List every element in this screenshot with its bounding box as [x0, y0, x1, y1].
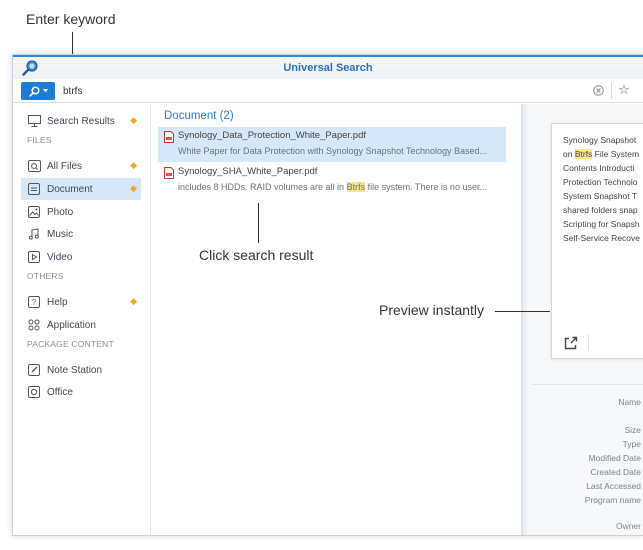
caret-down-icon — [42, 89, 48, 93]
snippet-text: includes 8 HDDs. RAID volumes are all in — [178, 182, 347, 192]
search-scope-button[interactable] — [21, 82, 55, 100]
property-label-program-name: Program name — [584, 495, 641, 505]
property-label-name: Name — [618, 397, 641, 407]
document-preview: Synology Snapshot on Btrfs File System C… — [551, 123, 643, 359]
open-external-icon[interactable] — [564, 336, 578, 350]
svg-text:?: ? — [32, 298, 37, 307]
preview-toolbar-separator — [588, 334, 589, 350]
annotation-pointer-result — [258, 203, 259, 243]
sidebar-item-label: Note Station — [47, 364, 103, 376]
preview-text: File System — [592, 149, 640, 159]
photo-icon — [27, 205, 41, 219]
preview-line: Protection Technolo — [563, 177, 638, 187]
annotation-pointer-preview — [495, 311, 550, 312]
favorite-star-icon[interactable]: ☆ — [617, 83, 631, 97]
sidebar-item-label: Music — [47, 228, 74, 240]
new-badge-icon: ◆ — [130, 183, 137, 193]
search-bar-separator — [611, 83, 612, 99]
music-icon — [27, 227, 41, 241]
sidebar-item-office[interactable]: Office — [21, 381, 141, 403]
sidebar-item-label: Document — [47, 183, 93, 195]
search-input[interactable] — [57, 82, 617, 100]
application-icon — [27, 318, 41, 332]
property-label-size: Size — [624, 425, 641, 435]
preview-panel: Synology Snapshot on Btrfs File System C… — [527, 104, 643, 535]
result-file-name: Synology_SHA_White_Paper.pdf — [178, 166, 318, 177]
pdf-file-icon — [164, 131, 174, 143]
result-snippet: White Paper for Data Protection with Syn… — [178, 146, 488, 156]
folder-search-icon — [27, 159, 41, 173]
monitor-icon — [27, 114, 41, 128]
new-badge-icon: ◆ — [130, 160, 137, 170]
property-label-created-date: Created Date — [590, 467, 641, 477]
results-heading: Document (2) — [164, 110, 234, 122]
sidebar-item-help[interactable]: ? Help ◆ — [21, 291, 141, 313]
search-result-item[interactable]: Synology_Data_Protection_White_Paper.pdf… — [158, 127, 506, 162]
sidebar-item-note-station[interactable]: Note Station — [21, 359, 141, 381]
sidebar-item-photo[interactable]: Photo — [21, 201, 141, 223]
video-icon — [27, 250, 41, 264]
sidebar-item-video[interactable]: Video — [21, 246, 141, 268]
note-station-icon — [27, 363, 41, 377]
preview-line: Contents Introducti — [563, 163, 635, 173]
result-file-name: Synology_Data_Protection_White_Paper.pdf — [178, 130, 367, 141]
help-icon: ? — [27, 295, 41, 309]
search-bar: ☆ — [13, 79, 643, 103]
pdf-file-icon — [164, 167, 174, 179]
preview-line: on Btrfs File System — [563, 149, 639, 159]
sidebar-item-label: Help — [47, 296, 68, 308]
group-label-others: OTHERS — [27, 271, 64, 281]
document-icon — [27, 182, 41, 196]
universal-search-window: Universal Search ☆ Search Results — [12, 54, 643, 536]
preview-text: on — [563, 149, 575, 159]
property-label-type: Type — [622, 439, 641, 449]
preview-highlight: Btrfs — [574, 149, 593, 159]
sidebar-item-label: All Files — [47, 160, 83, 172]
sidebar-item-label: Photo — [47, 206, 74, 218]
preview-divider — [531, 384, 643, 385]
sidebar-item-label: Video — [47, 251, 73, 263]
sidebar-item-application[interactable]: Application — [21, 314, 141, 336]
search-result-item[interactable]: Synology_SHA_White_Paper.pdf includes 8 … — [158, 163, 506, 198]
sidebar-item-search-results[interactable]: Search Results ◆ — [21, 110, 141, 132]
sidebar-item-label: Office — [47, 386, 73, 398]
title-bar: Universal Search — [13, 55, 643, 79]
annotation-preview-instantly: Preview instantly — [379, 302, 485, 318]
property-label-modified-date: Modified Date — [588, 453, 641, 463]
sidebar-item-all-files[interactable]: All Files ◆ — [21, 155, 141, 177]
window-title: Universal Search — [283, 62, 373, 74]
sidebar-item-label: Application — [47, 319, 96, 331]
results-panel: Document (2) Synology_Data_Protection_Wh… — [152, 104, 522, 535]
preview-line: Synology Snapshot — [563, 135, 637, 145]
sidebar-item-document[interactable]: Document ◆ — [21, 178, 141, 200]
result-snippet: includes 8 HDDs. RAID volumes are all in… — [178, 182, 503, 192]
group-label-files: FILES — [27, 135, 52, 145]
property-label-owner: Owner — [615, 521, 641, 531]
group-label-package-content: PACKAGE CONTENT — [27, 339, 114, 349]
search-icon — [28, 85, 40, 97]
snippet-highlight: Btrfs — [346, 182, 366, 192]
sidebar: Search Results ◆ FILES All Files ◆ Docum… — [13, 104, 151, 535]
new-badge-icon: ◆ — [130, 296, 137, 306]
preview-line: shared folders snap — [563, 205, 638, 215]
new-badge-icon: ◆ — [130, 115, 137, 125]
sidebar-item-music[interactable]: Music — [21, 223, 141, 245]
sidebar-item-label: Search Results — [47, 115, 115, 127]
property-label-last-accessed: Last Accessed — [586, 481, 641, 491]
annotation-enter-keyword: Enter keyword — [26, 11, 116, 27]
snippet-text: file system. There is no user... — [365, 182, 487, 192]
annotation-click-result: Click search result — [199, 247, 314, 263]
office-icon — [27, 385, 41, 399]
preview-line: Self-Service Recove — [563, 233, 641, 243]
clear-search-icon[interactable] — [593, 85, 604, 96]
preview-line: System Snapshot T — [563, 191, 638, 201]
preview-line: Scripting for Snapsh — [563, 219, 640, 229]
